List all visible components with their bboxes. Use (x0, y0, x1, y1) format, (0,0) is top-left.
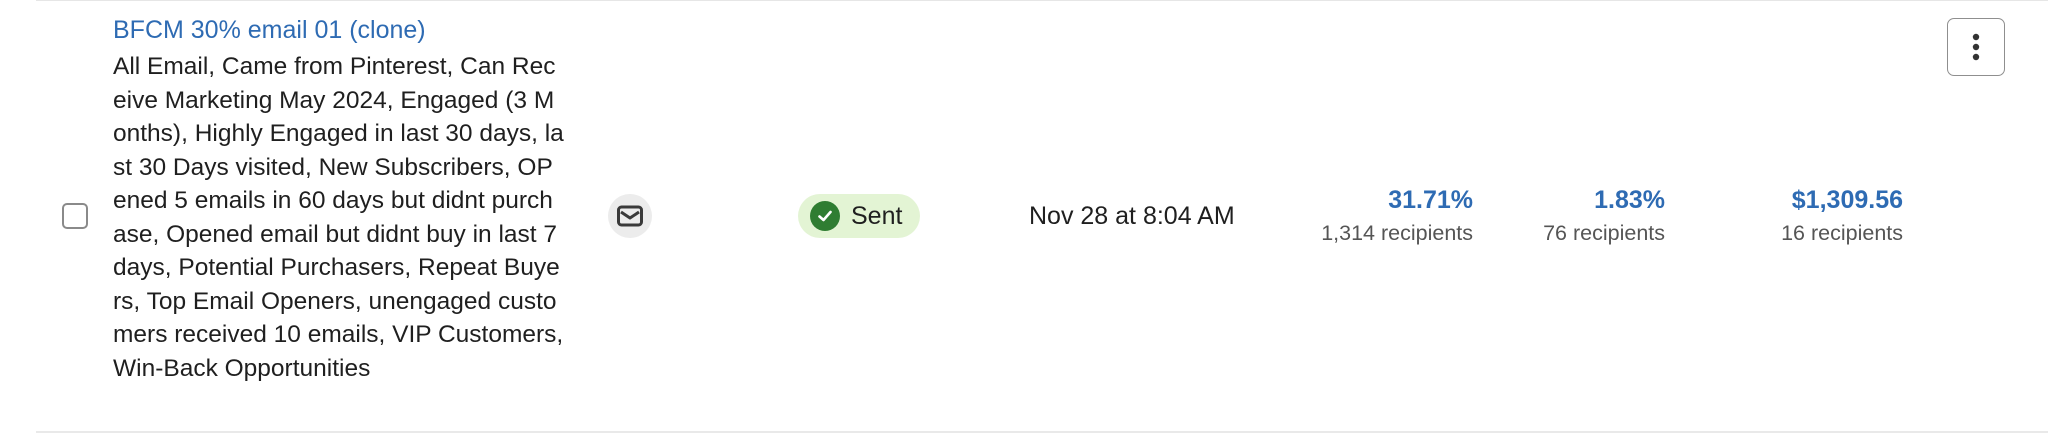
revenue-value[interactable]: $1,309.56 (1781, 185, 1903, 215)
click-rate-metric: 1.83% 76 recipients (1543, 185, 1665, 248)
send-date: Nov 28 at 8:04 AM (1029, 202, 1235, 230)
status-label: Sent (851, 201, 903, 230)
revenue-recipients: 16 recipients (1781, 221, 1903, 245)
open-rate-recipients: 1,314 recipients (1321, 221, 1473, 245)
open-rate-value[interactable]: 31.71% (1321, 185, 1473, 215)
more-vertical-icon (1972, 33, 1980, 61)
campaign-lists-text: All Email, Came from Pinterest, Can Rece… (113, 53, 564, 382)
row-select-checkbox[interactable] (62, 203, 88, 229)
mail-icon (617, 205, 643, 227)
check-circle-icon (810, 201, 840, 231)
revenue-metric: $1,309.56 16 recipients (1781, 185, 1903, 248)
status-badge: Sent (798, 194, 920, 238)
click-rate-recipients: 76 recipients (1543, 221, 1665, 245)
email-channel-badge (608, 194, 652, 238)
more-actions-button[interactable] (1947, 18, 2005, 76)
click-rate-value[interactable]: 1.83% (1543, 185, 1665, 215)
open-rate-metric: 31.71% 1,314 recipients (1321, 185, 1473, 248)
campaign-name-link[interactable]: BFCM 30% email 01 (clone) (113, 16, 426, 45)
